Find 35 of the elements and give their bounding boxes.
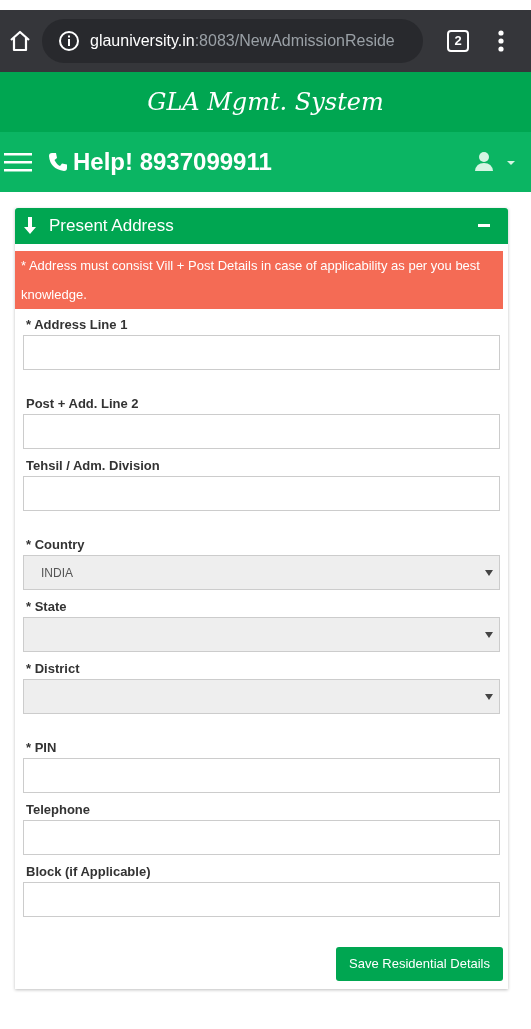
tab-count-button[interactable]: 2: [447, 30, 469, 52]
field-label: Post + Add. Line 2: [25, 396, 140, 411]
field-label: Tehsil / Adm. Division: [25, 458, 161, 473]
arrow-down-icon: [23, 217, 37, 235]
home-icon[interactable]: [8, 29, 32, 53]
input-field[interactable]: [23, 476, 500, 511]
alert-message: * Address must consist Vill + Post Details in case of applicability as per you best knowledge.: [15, 251, 503, 309]
input-field[interactable]: [23, 820, 500, 855]
input-field[interactable]: [23, 882, 500, 917]
menu-icon[interactable]: [4, 152, 32, 172]
collapse-icon[interactable]: [478, 224, 490, 228]
field-label: Block (if Applicable): [25, 864, 152, 879]
select-field[interactable]: INDIA: [23, 555, 500, 590]
dropdown-caret-icon: [485, 693, 493, 700]
field-label: * State: [25, 599, 68, 614]
select-field[interactable]: [23, 617, 500, 652]
field-label: * PIN: [25, 740, 58, 755]
url-text: glauniversity.in:8083/NewAdmissionReside: [90, 31, 395, 51]
input-field[interactable]: [23, 758, 500, 793]
field-label: * District: [25, 661, 81, 676]
dropdown-caret-icon: [485, 631, 493, 638]
field-label: * Address Line 1: [25, 317, 129, 332]
panel-title: Present Address: [49, 215, 174, 238]
input-field[interactable]: [23, 335, 500, 370]
address-bar[interactable]: glauniversity.in:8083/NewAdmissionReside: [42, 19, 423, 63]
input-field[interactable]: [23, 414, 500, 449]
help-phone-text: Help! 8937099911: [73, 147, 272, 177]
dropdown-caret-icon: [485, 569, 493, 576]
user-menu-icon[interactable]: [475, 151, 517, 173]
info-icon[interactable]: [58, 30, 80, 52]
field-label: * Country: [25, 537, 86, 552]
select-field[interactable]: [23, 679, 500, 714]
app-title: GLA Mgmt. System: [147, 87, 384, 118]
field-label: Telephone: [25, 802, 92, 817]
phone-icon: [48, 152, 68, 172]
